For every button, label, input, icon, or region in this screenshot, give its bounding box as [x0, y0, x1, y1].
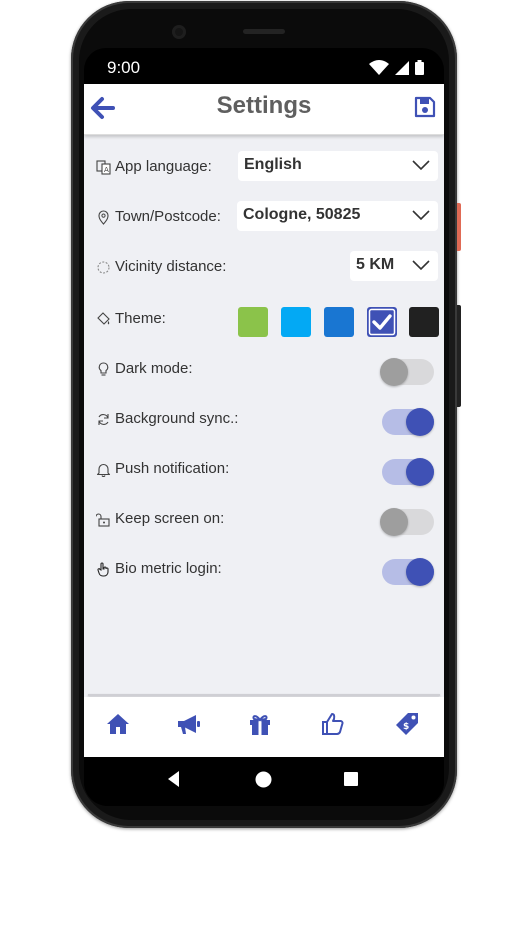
language-value: English	[244, 156, 302, 173]
language-select[interactable]: English	[238, 151, 438, 181]
setting-biometric-login: Bio metric login:	[96, 553, 438, 587]
earpiece-speaker	[243, 29, 285, 34]
setting-background-sync: Background sync.:	[96, 403, 438, 437]
volume-button	[457, 305, 461, 407]
status-bar: 9:00	[84, 48, 444, 84]
bottom-divider	[88, 694, 440, 696]
location-pin-icon	[98, 210, 109, 225]
home-icon[interactable]	[105, 711, 131, 737]
setting-label: Bio metric login:	[115, 560, 222, 577]
setting-label: Background sync.:	[115, 410, 239, 427]
page-title: Settings	[216, 92, 312, 119]
translate-icon: A	[96, 160, 111, 175]
svg-text:A: A	[104, 166, 109, 174]
lightbulb-icon	[98, 362, 109, 376]
paint-bucket-icon	[97, 312, 110, 325]
theme-swatch[interactable]	[409, 307, 439, 337]
push-notification-toggle[interactable]	[380, 458, 434, 486]
chevron-down-icon	[412, 210, 430, 221]
toggle-knob	[380, 508, 408, 536]
theme-swatch[interactable]	[281, 307, 311, 337]
thumbs-up-icon[interactable]	[320, 711, 346, 737]
battery-icon	[415, 60, 424, 75]
keep-screen-on-toggle[interactable]	[380, 508, 434, 536]
dark-mode-toggle[interactable]	[380, 358, 434, 386]
power-button	[457, 203, 461, 251]
phone-screen: 9:00 Settings A App language: English To…	[84, 48, 444, 806]
home-circle-icon[interactable]	[255, 771, 272, 788]
app-bar: Settings	[84, 84, 444, 135]
toggle-knob	[406, 458, 434, 486]
settings-screen: Settings A App language: English Town/Po…	[84, 84, 444, 757]
setting-label: Dark mode:	[115, 360, 193, 377]
status-time: 9:00	[107, 58, 141, 77]
price-tag-icon[interactable]: $	[394, 711, 420, 737]
distance-value: 5 KM	[356, 256, 395, 273]
setting-dark-mode: Dark mode:	[96, 353, 438, 387]
cell-signal-icon	[395, 60, 409, 75]
system-navigation-bar	[84, 757, 444, 806]
setting-theme: Theme:	[96, 303, 439, 337]
town-postcode-select[interactable]: Cologne, 50825	[237, 201, 438, 231]
toggle-knob	[406, 408, 434, 436]
hand-pointer-icon	[97, 562, 109, 577]
setting-label: Keep screen on:	[115, 510, 225, 527]
chevron-down-icon	[412, 160, 430, 171]
setting-keep-screen-on: Keep screen on:	[96, 503, 438, 537]
theme-swatch[interactable]	[367, 307, 397, 337]
front-camera	[172, 25, 186, 39]
status-icons	[369, 60, 424, 75]
bottom-navigation: $	[84, 697, 444, 757]
theme-swatch[interactable]	[324, 307, 354, 337]
back-triangle-icon[interactable]	[168, 771, 180, 787]
radius-circle-icon	[97, 261, 110, 274]
setting-app-language: A App language: English	[96, 151, 438, 185]
biometric-login-toggle[interactable]	[380, 558, 434, 586]
svg-text:$: $	[403, 722, 409, 732]
setting-vicinity-distance: Vicinity distance: 5 KM	[96, 251, 438, 285]
distance-select[interactable]: 5 KM	[350, 251, 438, 281]
background-sync-toggle[interactable]	[380, 408, 434, 436]
setting-town-postcode: Town/Postcode: Cologne, 50825	[96, 201, 438, 235]
toggle-knob	[406, 558, 434, 586]
setting-label: Town/Postcode:	[115, 208, 221, 225]
theme-swatch[interactable]	[238, 307, 268, 337]
town-postcode-value: Cologne, 50825	[243, 206, 361, 223]
gift-icon[interactable]	[247, 711, 273, 737]
floppy-disk-icon[interactable]	[414, 96, 436, 118]
toggle-knob	[380, 358, 408, 386]
sync-icon	[98, 414, 109, 425]
recents-square-icon[interactable]	[344, 772, 358, 786]
chevron-down-icon	[412, 260, 430, 271]
unlock-icon	[96, 513, 110, 527]
setting-label: Vicinity distance:	[115, 258, 227, 275]
checkmark-icon	[368, 308, 396, 336]
setting-push-notification: Push notification:	[96, 453, 438, 487]
setting-label: App language:	[115, 158, 212, 175]
wifi-icon	[369, 60, 389, 75]
setting-label: Push notification:	[115, 460, 230, 477]
setting-label: Theme:	[115, 310, 166, 327]
bell-icon	[96, 463, 111, 477]
megaphone-icon[interactable]	[175, 711, 201, 737]
